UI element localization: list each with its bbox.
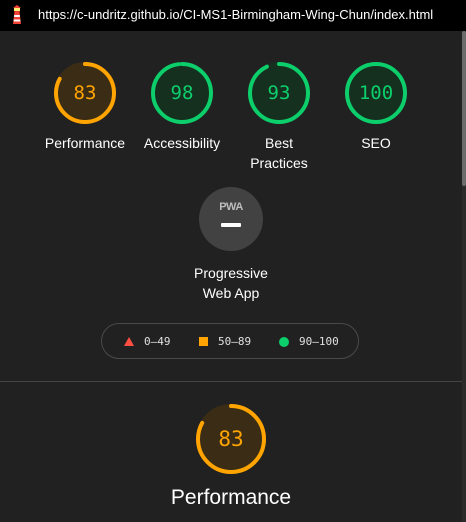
pwa-label-line2: Web App [202, 285, 260, 301]
legend-average: 50–89 [199, 335, 251, 348]
best-practices-label-line1: Best [264, 135, 293, 151]
accessibility-gauge[interactable]: 98 [149, 60, 215, 126]
circle-icon [279, 336, 289, 347]
best-practices-score: 93 [267, 82, 291, 104]
legend-pass: 90–100 [279, 335, 339, 348]
best-practices-label[interactable]: Best Practices [224, 133, 334, 173]
best-practices-label-line2: Practices [250, 155, 308, 171]
performance-section-gauge: 83 [194, 402, 268, 476]
seo-label[interactable]: SEO [321, 133, 431, 153]
accessibility-score: 98 [170, 82, 194, 104]
performance-section-score: 83 [218, 427, 244, 451]
url-bar: https://c-undritz.github.io/CI-MS1-Birmi… [0, 0, 466, 31]
best-practices-gauge[interactable]: 93 [246, 60, 312, 126]
pwa-label[interactable]: Progressive Web App [176, 263, 286, 303]
performance-score: 83 [73, 82, 97, 104]
pwa-dash-icon [221, 223, 241, 227]
lighthouse-icon [13, 5, 21, 24]
performance-section-title: Performance [170, 486, 292, 509]
performance-label[interactable]: Performance [30, 133, 140, 153]
pwa-badge[interactable]: PWA [199, 187, 263, 251]
legend-average-range: 50–89 [218, 335, 252, 348]
accessibility-label[interactable]: Accessibility [127, 133, 237, 153]
legend-fail-range: 0–49 [144, 335, 171, 348]
scrollbar-thumb[interactable] [462, 31, 466, 186]
legend-pass-range: 90–100 [299, 335, 339, 348]
performance-gauge[interactable]: 83 [52, 60, 118, 126]
seo-score: 100 [358, 82, 394, 104]
legend-fail: 0–49 [124, 335, 171, 348]
report-url[interactable]: https://c-undritz.github.io/CI-MS1-Birmi… [38, 7, 433, 22]
triangle-icon [124, 337, 134, 346]
pwa-label-line1: Progressive [194, 265, 268, 281]
seo-gauge[interactable]: 100 [343, 60, 409, 126]
section-divider [0, 381, 462, 382]
square-icon [199, 337, 208, 346]
pwa-icon: PWA [219, 201, 243, 213]
score-legend: 0–49 50–89 90–100 [101, 323, 359, 359]
